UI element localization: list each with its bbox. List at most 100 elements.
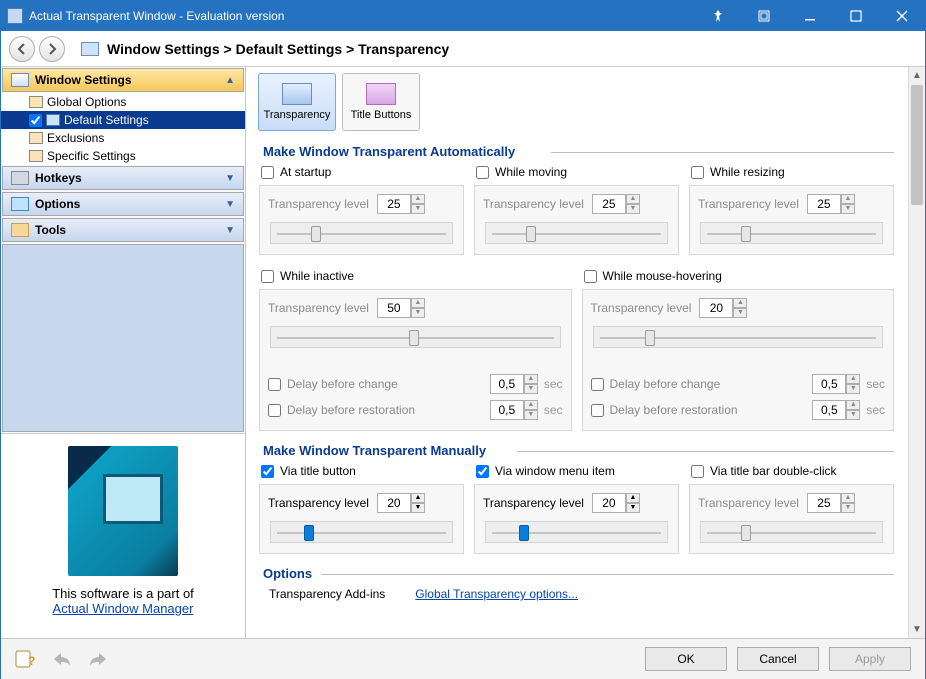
level-slider[interactable] (270, 521, 453, 543)
scroll-down-icon[interactable]: ▼ (909, 621, 925, 638)
delay-spinner[interactable]: ▲▼ (490, 400, 538, 420)
level-input[interactable] (807, 194, 841, 214)
checkbox-via-menu-item[interactable]: Via window menu item (476, 464, 677, 478)
spin-up-icon[interactable]: ▲ (626, 194, 640, 204)
checkbox-at-startup[interactable]: At startup (261, 165, 462, 179)
level-input[interactable] (377, 493, 411, 513)
close-button[interactable] (879, 1, 925, 31)
level-slider[interactable] (485, 222, 668, 244)
delay-change-checkbox[interactable] (591, 378, 604, 391)
delay-input[interactable] (812, 374, 846, 394)
sidebar-section-window-settings[interactable]: Window Settings ▲ (2, 68, 244, 92)
level-input[interactable] (377, 194, 411, 214)
checkbox-while-moving[interactable]: While moving (476, 165, 677, 179)
level-slider[interactable] (700, 521, 883, 543)
checkbox-input[interactable] (584, 270, 597, 283)
tree-item-checkbox[interactable] (29, 114, 42, 127)
delay-change-checkbox[interactable] (268, 378, 281, 391)
checkbox-while-hovering[interactable]: While mouse-hovering (584, 269, 893, 283)
level-spinner[interactable]: ▲▼ (699, 298, 747, 318)
spin-down-icon[interactable]: ▼ (626, 503, 640, 513)
minimize-button[interactable] (787, 1, 833, 31)
pin-icon[interactable] (695, 1, 741, 31)
delay-input[interactable] (490, 400, 524, 420)
level-slider[interactable] (270, 222, 453, 244)
spin-up-icon[interactable]: ▲ (411, 493, 425, 503)
checkbox-input[interactable] (476, 166, 489, 179)
tree-item-specific-settings[interactable]: Specific Settings (1, 147, 245, 165)
checkbox-input[interactable] (261, 270, 274, 283)
checkbox-via-double-click[interactable]: Via title bar double-click (691, 464, 892, 478)
level-input[interactable] (807, 493, 841, 513)
tree-item-exclusions[interactable]: Exclusions (1, 129, 245, 147)
checkbox-input[interactable] (261, 465, 274, 478)
spin-down-icon[interactable]: ▼ (846, 384, 860, 394)
checkbox-input[interactable] (691, 166, 704, 179)
scroll-up-icon[interactable]: ▲ (909, 67, 925, 84)
sidebar-section-tools[interactable]: Tools ▼ (2, 218, 244, 242)
level-input[interactable] (699, 298, 733, 318)
level-spinner[interactable]: ▲▼ (592, 194, 640, 214)
undo-icon[interactable] (51, 648, 73, 670)
tree-item-default-settings[interactable]: Default Settings (1, 111, 245, 129)
level-slider[interactable] (270, 326, 561, 348)
spin-up-icon[interactable]: ▲ (411, 194, 425, 204)
apply-button[interactable]: Apply (829, 647, 911, 671)
sidebar-section-options[interactable]: Options ▼ (2, 192, 244, 216)
back-button[interactable] (9, 36, 35, 62)
promo-link[interactable]: Actual Window Manager (53, 601, 194, 616)
spin-down-icon[interactable]: ▼ (411, 204, 425, 214)
spin-down-icon[interactable]: ▼ (524, 384, 538, 394)
forward-button[interactable] (39, 36, 65, 62)
delay-restore-checkbox[interactable] (591, 404, 604, 417)
spin-down-icon[interactable]: ▼ (524, 410, 538, 420)
delay-input[interactable] (490, 374, 524, 394)
spin-down-icon[interactable]: ▼ (411, 503, 425, 513)
level-spinner[interactable]: ▲▼ (377, 194, 425, 214)
level-spinner[interactable]: ▲▼ (807, 194, 855, 214)
spin-down-icon[interactable]: ▼ (411, 308, 425, 318)
level-slider[interactable] (485, 521, 668, 543)
redo-icon[interactable] (87, 648, 109, 670)
spin-down-icon[interactable]: ▼ (841, 503, 855, 513)
delay-spinner[interactable]: ▲▼ (812, 400, 860, 420)
level-spinner[interactable]: ▲▼ (377, 298, 425, 318)
delay-spinner[interactable]: ▲▼ (812, 374, 860, 394)
level-slider[interactable] (700, 222, 883, 244)
level-input[interactable] (592, 493, 626, 513)
level-spinner[interactable]: ▲▼ (807, 493, 855, 513)
vertical-scrollbar[interactable]: ▲ ▼ (908, 67, 925, 638)
checkbox-while-resizing[interactable]: While resizing (691, 165, 892, 179)
delay-restore-checkbox[interactable] (268, 404, 281, 417)
spin-up-icon[interactable]: ▲ (733, 298, 747, 308)
level-input[interactable] (592, 194, 626, 214)
help-icon[interactable]: ? (15, 648, 37, 670)
tree-item-global-options[interactable]: Global Options (1, 93, 245, 111)
spin-up-icon[interactable]: ▲ (841, 194, 855, 204)
spin-up-icon[interactable]: ▲ (846, 374, 860, 384)
delay-input[interactable] (812, 400, 846, 420)
spin-up-icon[interactable]: ▲ (841, 493, 855, 503)
spin-down-icon[interactable]: ▼ (626, 204, 640, 214)
maximize-button[interactable] (833, 1, 879, 31)
delay-spinner[interactable]: ▲▼ (490, 374, 538, 394)
level-slider[interactable] (593, 326, 884, 348)
checkbox-while-inactive[interactable]: While inactive (261, 269, 570, 283)
checkbox-input[interactable] (691, 465, 704, 478)
tab-transparency[interactable]: Transparency (258, 73, 336, 131)
checkbox-input[interactable] (476, 465, 489, 478)
global-transparency-link[interactable]: Global Transparency options... (415, 587, 578, 601)
spin-down-icon[interactable]: ▼ (733, 308, 747, 318)
spin-up-icon[interactable]: ▲ (411, 298, 425, 308)
extra-icon[interactable] (741, 1, 787, 31)
spin-up-icon[interactable]: ▲ (524, 400, 538, 410)
checkbox-via-title-button[interactable]: Via title button (261, 464, 462, 478)
spin-up-icon[interactable]: ▲ (846, 400, 860, 410)
checkbox-input[interactable] (261, 166, 274, 179)
tab-title-buttons[interactable]: Title Buttons (342, 73, 420, 131)
level-spinner[interactable]: ▲▼ (377, 493, 425, 513)
ok-button[interactable]: OK (645, 647, 727, 671)
level-input[interactable] (377, 298, 411, 318)
cancel-button[interactable]: Cancel (737, 647, 819, 671)
spin-up-icon[interactable]: ▲ (524, 374, 538, 384)
